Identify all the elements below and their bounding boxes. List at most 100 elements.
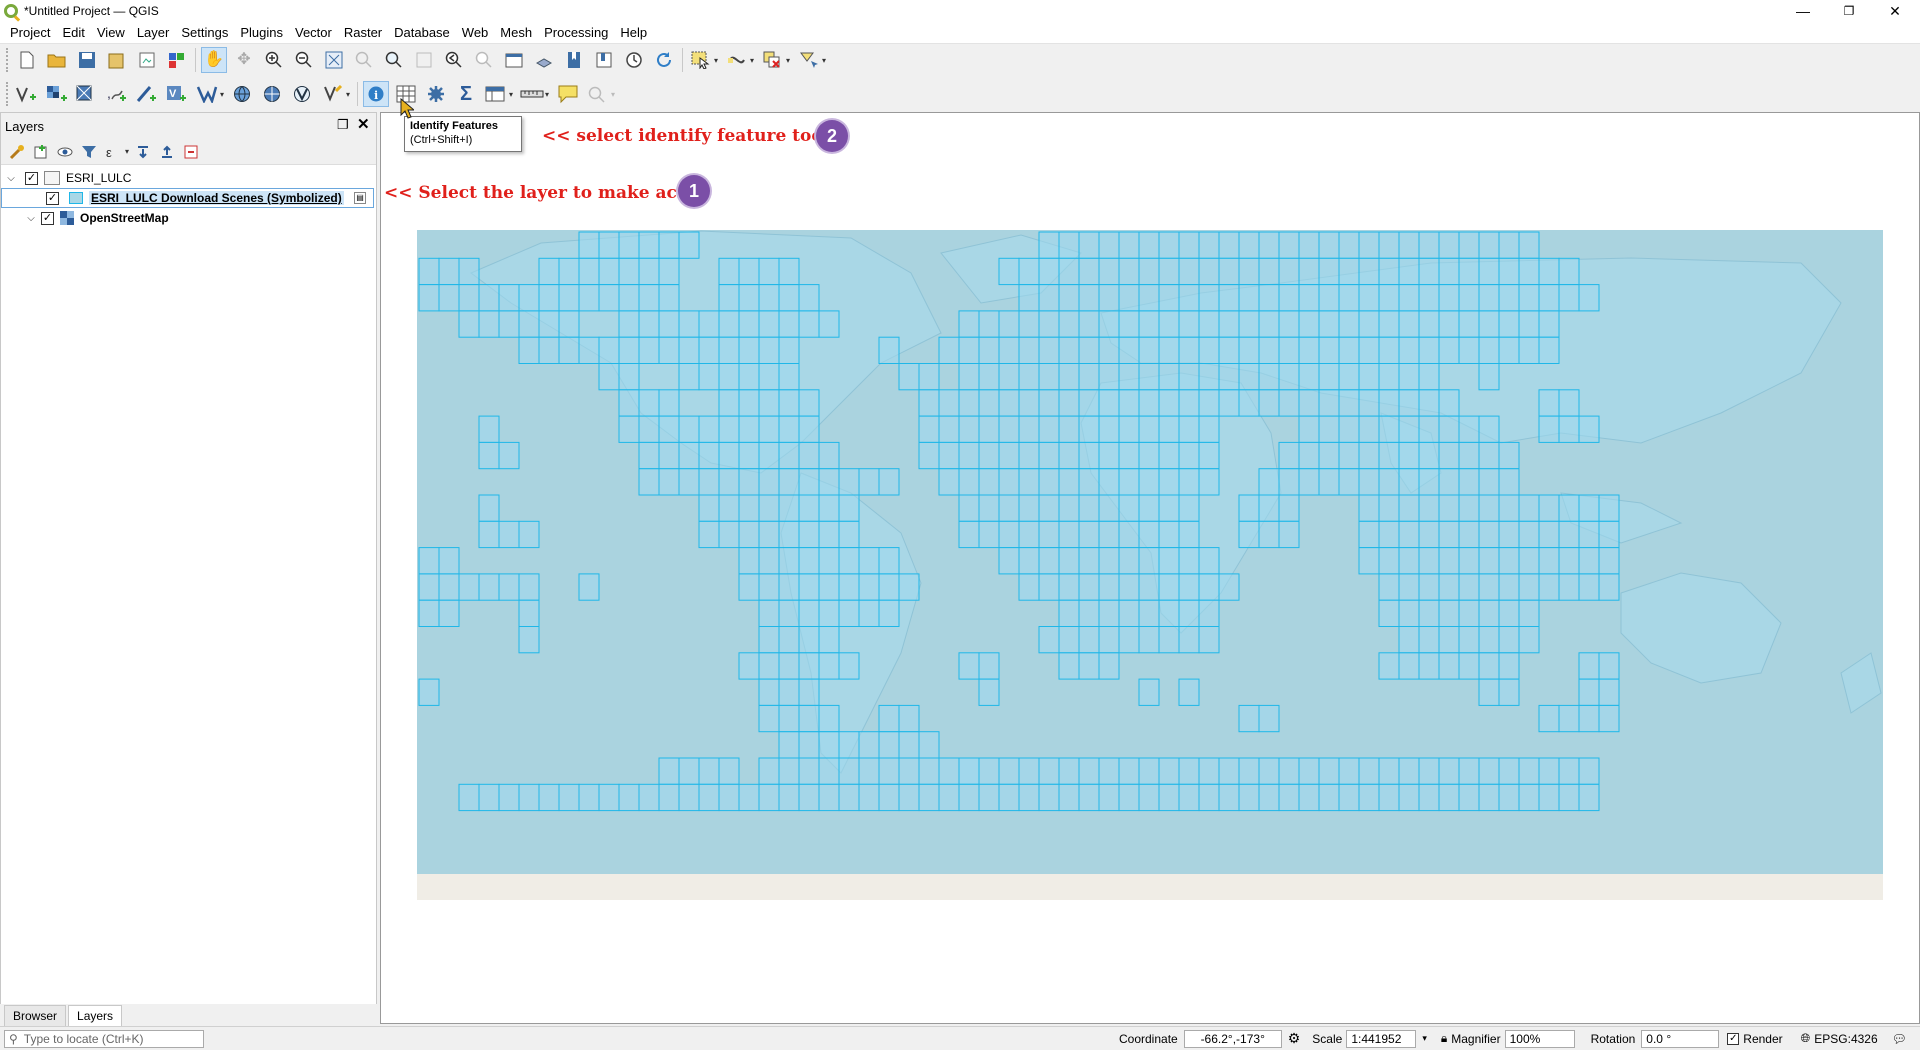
add-virtual-layer-icon[interactable]: V	[164, 81, 190, 107]
save-as-icon[interactable]	[104, 47, 130, 73]
filter-expression-icon[interactable]: ε	[103, 142, 123, 162]
menu-layer[interactable]: Layer	[131, 25, 176, 40]
menu-web[interactable]: Web	[456, 25, 495, 40]
manage-map-themes-icon[interactable]	[55, 142, 75, 162]
location-dropdown-icon[interactable]: ▾	[822, 56, 830, 65]
deselect-dropdown-icon[interactable]: ▾	[786, 56, 794, 65]
style-manager-icon[interactable]	[164, 47, 190, 73]
basemap-layer-row[interactable]: ⌵ ✓ OpenStreetMap	[1, 208, 376, 228]
select-features-icon[interactable]	[688, 47, 714, 73]
menu-processing[interactable]: Processing	[538, 25, 614, 40]
layer-visibility-checkbox[interactable]: ✓	[46, 191, 59, 205]
scale-field[interactable]: 1:441952	[1346, 1029, 1417, 1048]
rotation-field[interactable]: 0.0 °	[1641, 1029, 1720, 1048]
zoom-next-icon[interactable]	[471, 47, 497, 73]
deselect-features-icon[interactable]	[760, 47, 786, 73]
zoom-full-icon[interactable]	[321, 47, 347, 73]
select-dropdown-icon[interactable]: ▾	[714, 56, 722, 65]
zoom-native-icon[interactable]	[411, 47, 437, 73]
menu-help[interactable]: Help	[614, 25, 653, 40]
identify-features-icon[interactable]: i	[363, 81, 389, 107]
measure-dropdown-icon[interactable]: ▾	[545, 90, 553, 99]
magnifier-field[interactable]: 100%	[1504, 1029, 1575, 1048]
collapse-group-icon[interactable]: ⌵	[5, 173, 17, 184]
expand-all-icon[interactable]	[133, 142, 153, 162]
zoom-last-icon[interactable]	[441, 47, 467, 73]
lock-icon[interactable]: 🔒︎	[1441, 1031, 1447, 1046]
filter-legend-icon[interactable]	[79, 142, 99, 162]
spatial-bookmark-icon[interactable]	[561, 47, 587, 73]
new-layer-icon[interactable]	[320, 81, 346, 107]
wms-dropdown-icon[interactable]: ▾	[220, 90, 228, 99]
field-calculator-icon[interactable]	[483, 81, 509, 107]
tab-layers[interactable]: Layers	[68, 1005, 123, 1026]
processing-toolbox-icon[interactable]	[423, 81, 449, 107]
pan-map-icon[interactable]: ✋	[201, 47, 227, 73]
new-3d-view-icon[interactable]	[531, 47, 557, 73]
collapse-all-icon[interactable]	[157, 142, 177, 162]
pan-to-selection-icon[interactable]: ✥	[231, 47, 257, 73]
coordinate-field[interactable]: -66.2°,-173°	[1183, 1029, 1282, 1048]
add-wms-layer-icon[interactable]	[194, 81, 220, 107]
zoom-out-icon[interactable]	[291, 47, 317, 73]
add-spatialite-icon[interactable]	[134, 81, 160, 107]
close-window-button[interactable]: ✕	[1872, 0, 1918, 22]
group-visibility-checkbox[interactable]: ✓	[25, 171, 38, 185]
zoom-in-icon[interactable]	[261, 47, 287, 73]
layer-styling-icon[interactable]	[7, 142, 27, 162]
filter-dropdown-icon[interactable]: ▾	[125, 147, 133, 156]
select-by-location-icon[interactable]	[796, 47, 822, 73]
add-group-icon[interactable]	[31, 142, 51, 162]
new-project-icon[interactable]	[14, 47, 40, 73]
map-canvas[interactable]	[380, 112, 1920, 1024]
menu-vector[interactable]: Vector	[289, 25, 338, 40]
locator-search[interactable]: ⚲ Type to locate (Ctrl+K)	[4, 1029, 204, 1048]
float-panel-icon[interactable]: ❐	[337, 117, 349, 133]
new-map-view-icon[interactable]	[501, 47, 527, 73]
layer-group-row[interactable]: ⌵ ✓ ESRI_LULC	[1, 168, 376, 188]
crs-icon[interactable]: 🌐︎	[1801, 1031, 1811, 1046]
toggle-extent-icon[interactable]: ⚙	[1288, 1030, 1301, 1047]
add-mesh-layer-icon[interactable]	[74, 81, 100, 107]
menu-database[interactable]: Database	[388, 25, 456, 40]
add-wfs-layer-icon[interactable]	[260, 81, 286, 107]
statistical-summary-icon[interactable]: Σ	[453, 81, 479, 107]
add-wcs-layer-icon[interactable]	[230, 81, 256, 107]
menu-settings[interactable]: Settings	[175, 25, 234, 40]
close-panel-icon[interactable]: ✕	[357, 115, 370, 133]
restore-button[interactable]: ❐	[1826, 0, 1872, 22]
collapse-basemap-icon[interactable]: ⌵	[25, 213, 37, 224]
active-layer-name[interactable]: ESRI_LULC Download Scenes (Symbolized)	[89, 191, 344, 205]
select-value-dropdown-icon[interactable]: ▾	[750, 56, 758, 65]
attribute-dropdown-icon[interactable]: ▾	[509, 90, 517, 99]
show-bookmarks-icon[interactable]	[591, 47, 617, 73]
measure-line-icon[interactable]	[519, 81, 545, 107]
remove-layer-icon[interactable]	[181, 142, 201, 162]
add-vector-layer-icon[interactable]	[14, 81, 40, 107]
tab-browser[interactable]: Browser	[4, 1005, 67, 1026]
menu-project[interactable]: Project	[4, 25, 56, 40]
temporal-controller-icon[interactable]	[621, 47, 647, 73]
scale-dropdown-icon[interactable]: ▾	[1422, 1033, 1427, 1044]
menu-edit[interactable]: Edit	[56, 25, 90, 40]
basemap-visibility-checkbox[interactable]: ✓	[41, 211, 54, 225]
new-layer-dropdown-icon[interactable]: ▾	[346, 90, 354, 99]
minimize-button[interactable]: —	[1780, 0, 1826, 22]
add-vector-tile-icon[interactable]	[290, 81, 316, 107]
add-raster-layer-icon[interactable]	[44, 81, 70, 107]
save-project-icon[interactable]	[74, 47, 100, 73]
active-layer-row[interactable]: ✓ ESRI_LULC Download Scenes (Symbolized)…	[1, 188, 374, 208]
map-render[interactable]	[381, 113, 1919, 1023]
menu-raster[interactable]: Raster	[338, 25, 388, 40]
layer-indicator-icon[interactable]: ▤	[354, 192, 366, 204]
locator-dropdown-icon[interactable]: ▾	[611, 90, 619, 99]
zoom-to-layer-icon[interactable]	[381, 47, 407, 73]
menu-mesh[interactable]: Mesh	[494, 25, 538, 40]
add-delimited-text-icon[interactable]: ,	[104, 81, 130, 107]
menu-view[interactable]: View	[91, 25, 131, 40]
select-by-value-icon[interactable]	[724, 47, 750, 73]
locator-settings-icon[interactable]	[585, 81, 611, 107]
menu-plugins[interactable]: Plugins	[234, 25, 289, 40]
messages-icon[interactable]: 💬︎	[1892, 1032, 1907, 1046]
open-project-icon[interactable]	[44, 47, 70, 73]
